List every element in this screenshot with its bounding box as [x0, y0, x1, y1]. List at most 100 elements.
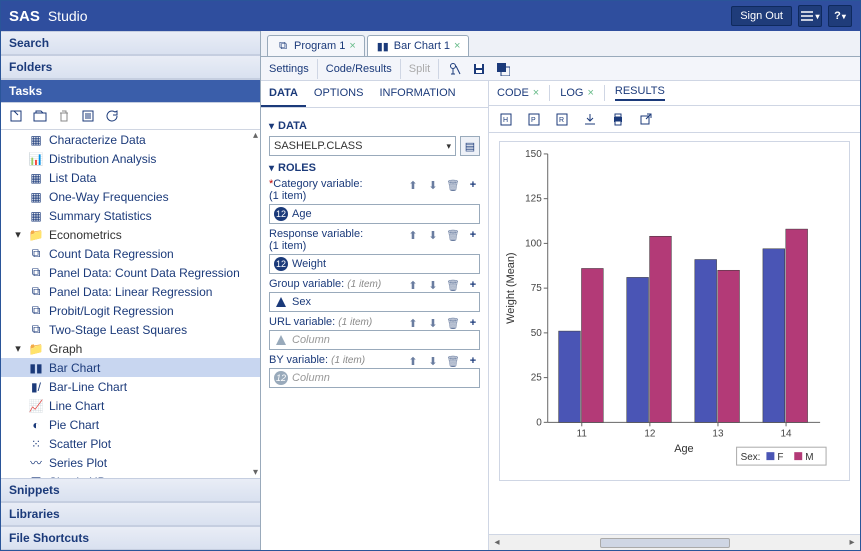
- add-icon[interactable]: +: [466, 228, 480, 242]
- tasktab-information[interactable]: INFORMATION: [371, 81, 463, 107]
- task-item[interactable]: ⧉Two-Stage Least Squares: [1, 320, 260, 339]
- horizontal-scrollbar[interactable]: ◂ ▸: [489, 534, 860, 550]
- add-icon[interactable]: +: [466, 316, 480, 330]
- scroll-up-icon[interactable]: ▴: [253, 130, 258, 141]
- task-group-graph[interactable]: ▾📁Graph: [1, 339, 260, 358]
- delete-icon[interactable]: 🗑: [446, 228, 460, 242]
- tasktab-data[interactable]: DATA: [261, 81, 306, 107]
- save-icon[interactable]: [471, 61, 487, 77]
- menu-icon[interactable]: ▾: [798, 5, 822, 27]
- restab-results[interactable]: RESULTS: [615, 85, 665, 101]
- run-icon[interactable]: [447, 61, 463, 77]
- add-icon[interactable]: +: [466, 278, 480, 292]
- table-icon: ▦: [29, 171, 43, 185]
- svg-text:50: 50: [531, 328, 543, 339]
- delete-icon[interactable]: 🗑: [446, 316, 460, 330]
- nav-section-file-shortcuts[interactable]: File Shortcuts: [1, 526, 260, 550]
- code-results-button[interactable]: Code/Results: [318, 59, 401, 79]
- dataset-select[interactable]: SASHELP.CLASS▾: [269, 136, 456, 156]
- nav-section-snippets[interactable]: Snippets: [1, 478, 260, 502]
- move-down-icon[interactable]: ⬇: [426, 228, 440, 242]
- move-down-icon[interactable]: ⬇: [426, 278, 440, 292]
- by-variable-field[interactable]: 12 Column: [269, 368, 480, 388]
- restab-log[interactable]: LOG×: [560, 85, 594, 101]
- bar-line-icon: ▮/: [29, 380, 43, 394]
- numeric-icon: 12: [274, 207, 288, 221]
- left-nav: Search Folders Tasks ▦Characterize Data …: [1, 31, 261, 550]
- nav-section-tasks[interactable]: Tasks: [1, 79, 260, 103]
- move-up-icon[interactable]: ⬆: [406, 316, 420, 330]
- tab-program-1[interactable]: ⧉ Program 1 ×: [267, 35, 365, 56]
- delete-icon[interactable]: 🗑: [446, 354, 460, 368]
- help-icon[interactable]: ? ▾: [828, 5, 852, 27]
- task-item[interactable]: 📈Line Chart: [1, 396, 260, 415]
- task-item[interactable]: ⧉Panel Data: Count Data Regression: [1, 263, 260, 282]
- delete-task-icon[interactable]: [55, 107, 73, 125]
- restab-code[interactable]: CODE×: [497, 85, 539, 101]
- task-item[interactable]: ☰Simple HBar: [1, 472, 260, 478]
- move-down-icon[interactable]: ⬇: [426, 178, 440, 192]
- task-item[interactable]: ▦Summary Statistics: [1, 206, 260, 225]
- task-item[interactable]: 📊Distribution Analysis: [1, 149, 260, 168]
- saveas-icon[interactable]: [495, 61, 511, 77]
- section-roles[interactable]: ▾ROLES: [269, 162, 480, 174]
- task-item-bar-chart[interactable]: ▮▮Bar Chart: [1, 358, 260, 377]
- tasktab-options[interactable]: OPTIONS: [306, 81, 372, 107]
- scrollbar-thumb[interactable]: [600, 538, 730, 548]
- tasks-tree[interactable]: ▦Characterize Data ▴ 📊Distribution Analy…: [1, 130, 260, 478]
- move-up-icon[interactable]: ⬆: [406, 228, 420, 242]
- add-icon[interactable]: +: [466, 354, 480, 368]
- response-variable-field[interactable]: 12 Weight: [269, 254, 480, 274]
- category-variable-field[interactable]: 12 Age: [269, 204, 480, 224]
- move-up-icon[interactable]: ⬆: [406, 354, 420, 368]
- section-data[interactable]: ▾DATA: [269, 120, 480, 132]
- regression-icon: ⧉: [29, 304, 43, 318]
- refresh-icon[interactable]: [103, 107, 121, 125]
- task-item[interactable]: ⁙Scatter Plot: [1, 434, 260, 453]
- export-html-icon[interactable]: H: [497, 110, 515, 128]
- hbar-icon: ☰: [29, 475, 43, 479]
- table-icon: ▦: [29, 209, 43, 223]
- task-item[interactable]: 〰Series Plot: [1, 453, 260, 472]
- popup-icon[interactable]: [637, 110, 655, 128]
- nav-section-libraries[interactable]: Libraries: [1, 502, 260, 526]
- open-task-icon[interactable]: [31, 107, 49, 125]
- nav-section-search[interactable]: Search: [1, 31, 260, 55]
- export-rtf-icon[interactable]: R: [553, 110, 571, 128]
- url-variable-field[interactable]: Column: [269, 330, 480, 350]
- download-icon[interactable]: [581, 110, 599, 128]
- task-item[interactable]: ▦Characterize Data: [1, 130, 260, 149]
- task-item[interactable]: ▦List Data: [1, 168, 260, 187]
- scroll-right-icon[interactable]: ▸: [844, 535, 860, 551]
- scroll-down-icon[interactable]: ▾: [253, 467, 258, 478]
- task-item[interactable]: ⧉Count Data Regression: [1, 244, 260, 263]
- nav-section-folders[interactable]: Folders: [1, 55, 260, 79]
- new-task-icon[interactable]: [7, 107, 25, 125]
- task-item[interactable]: ◐Pie Chart: [1, 415, 260, 434]
- task-item[interactable]: ▦One-Way Frequencies: [1, 187, 260, 206]
- task-item[interactable]: ⧉Panel Data: Linear Regression: [1, 282, 260, 301]
- close-icon[interactable]: ×: [349, 40, 355, 52]
- delete-icon[interactable]: 🗑: [446, 278, 460, 292]
- task-group-econometrics[interactable]: ▾📁Econometrics: [1, 225, 260, 244]
- print-icon[interactable]: [609, 110, 627, 128]
- delete-icon[interactable]: 🗑: [446, 178, 460, 192]
- svg-text:H: H: [503, 117, 508, 124]
- close-icon[interactable]: ×: [454, 40, 460, 52]
- group-variable-field[interactable]: Sex: [269, 292, 480, 312]
- svg-text:100: 100: [525, 238, 542, 249]
- export-pdf-icon[interactable]: P: [525, 110, 543, 128]
- dataset-browse-button[interactable]: ▤: [460, 136, 480, 156]
- move-up-icon[interactable]: ⬆: [406, 178, 420, 192]
- add-icon[interactable]: +: [466, 178, 480, 192]
- move-down-icon[interactable]: ⬇: [426, 316, 440, 330]
- tab-bar-chart-1[interactable]: ▮▮ Bar Chart 1 ×: [367, 35, 470, 56]
- settings-button[interactable]: Settings: [261, 59, 318, 79]
- move-down-icon[interactable]: ⬇: [426, 354, 440, 368]
- move-up-icon[interactable]: ⬆: [406, 278, 420, 292]
- sign-out-button[interactable]: Sign Out: [731, 6, 792, 26]
- properties-icon[interactable]: [79, 107, 97, 125]
- task-item[interactable]: ⧉Probit/Logit Regression: [1, 301, 260, 320]
- task-item[interactable]: ▮/Bar-Line Chart: [1, 377, 260, 396]
- scroll-left-icon[interactable]: ◂: [489, 535, 505, 551]
